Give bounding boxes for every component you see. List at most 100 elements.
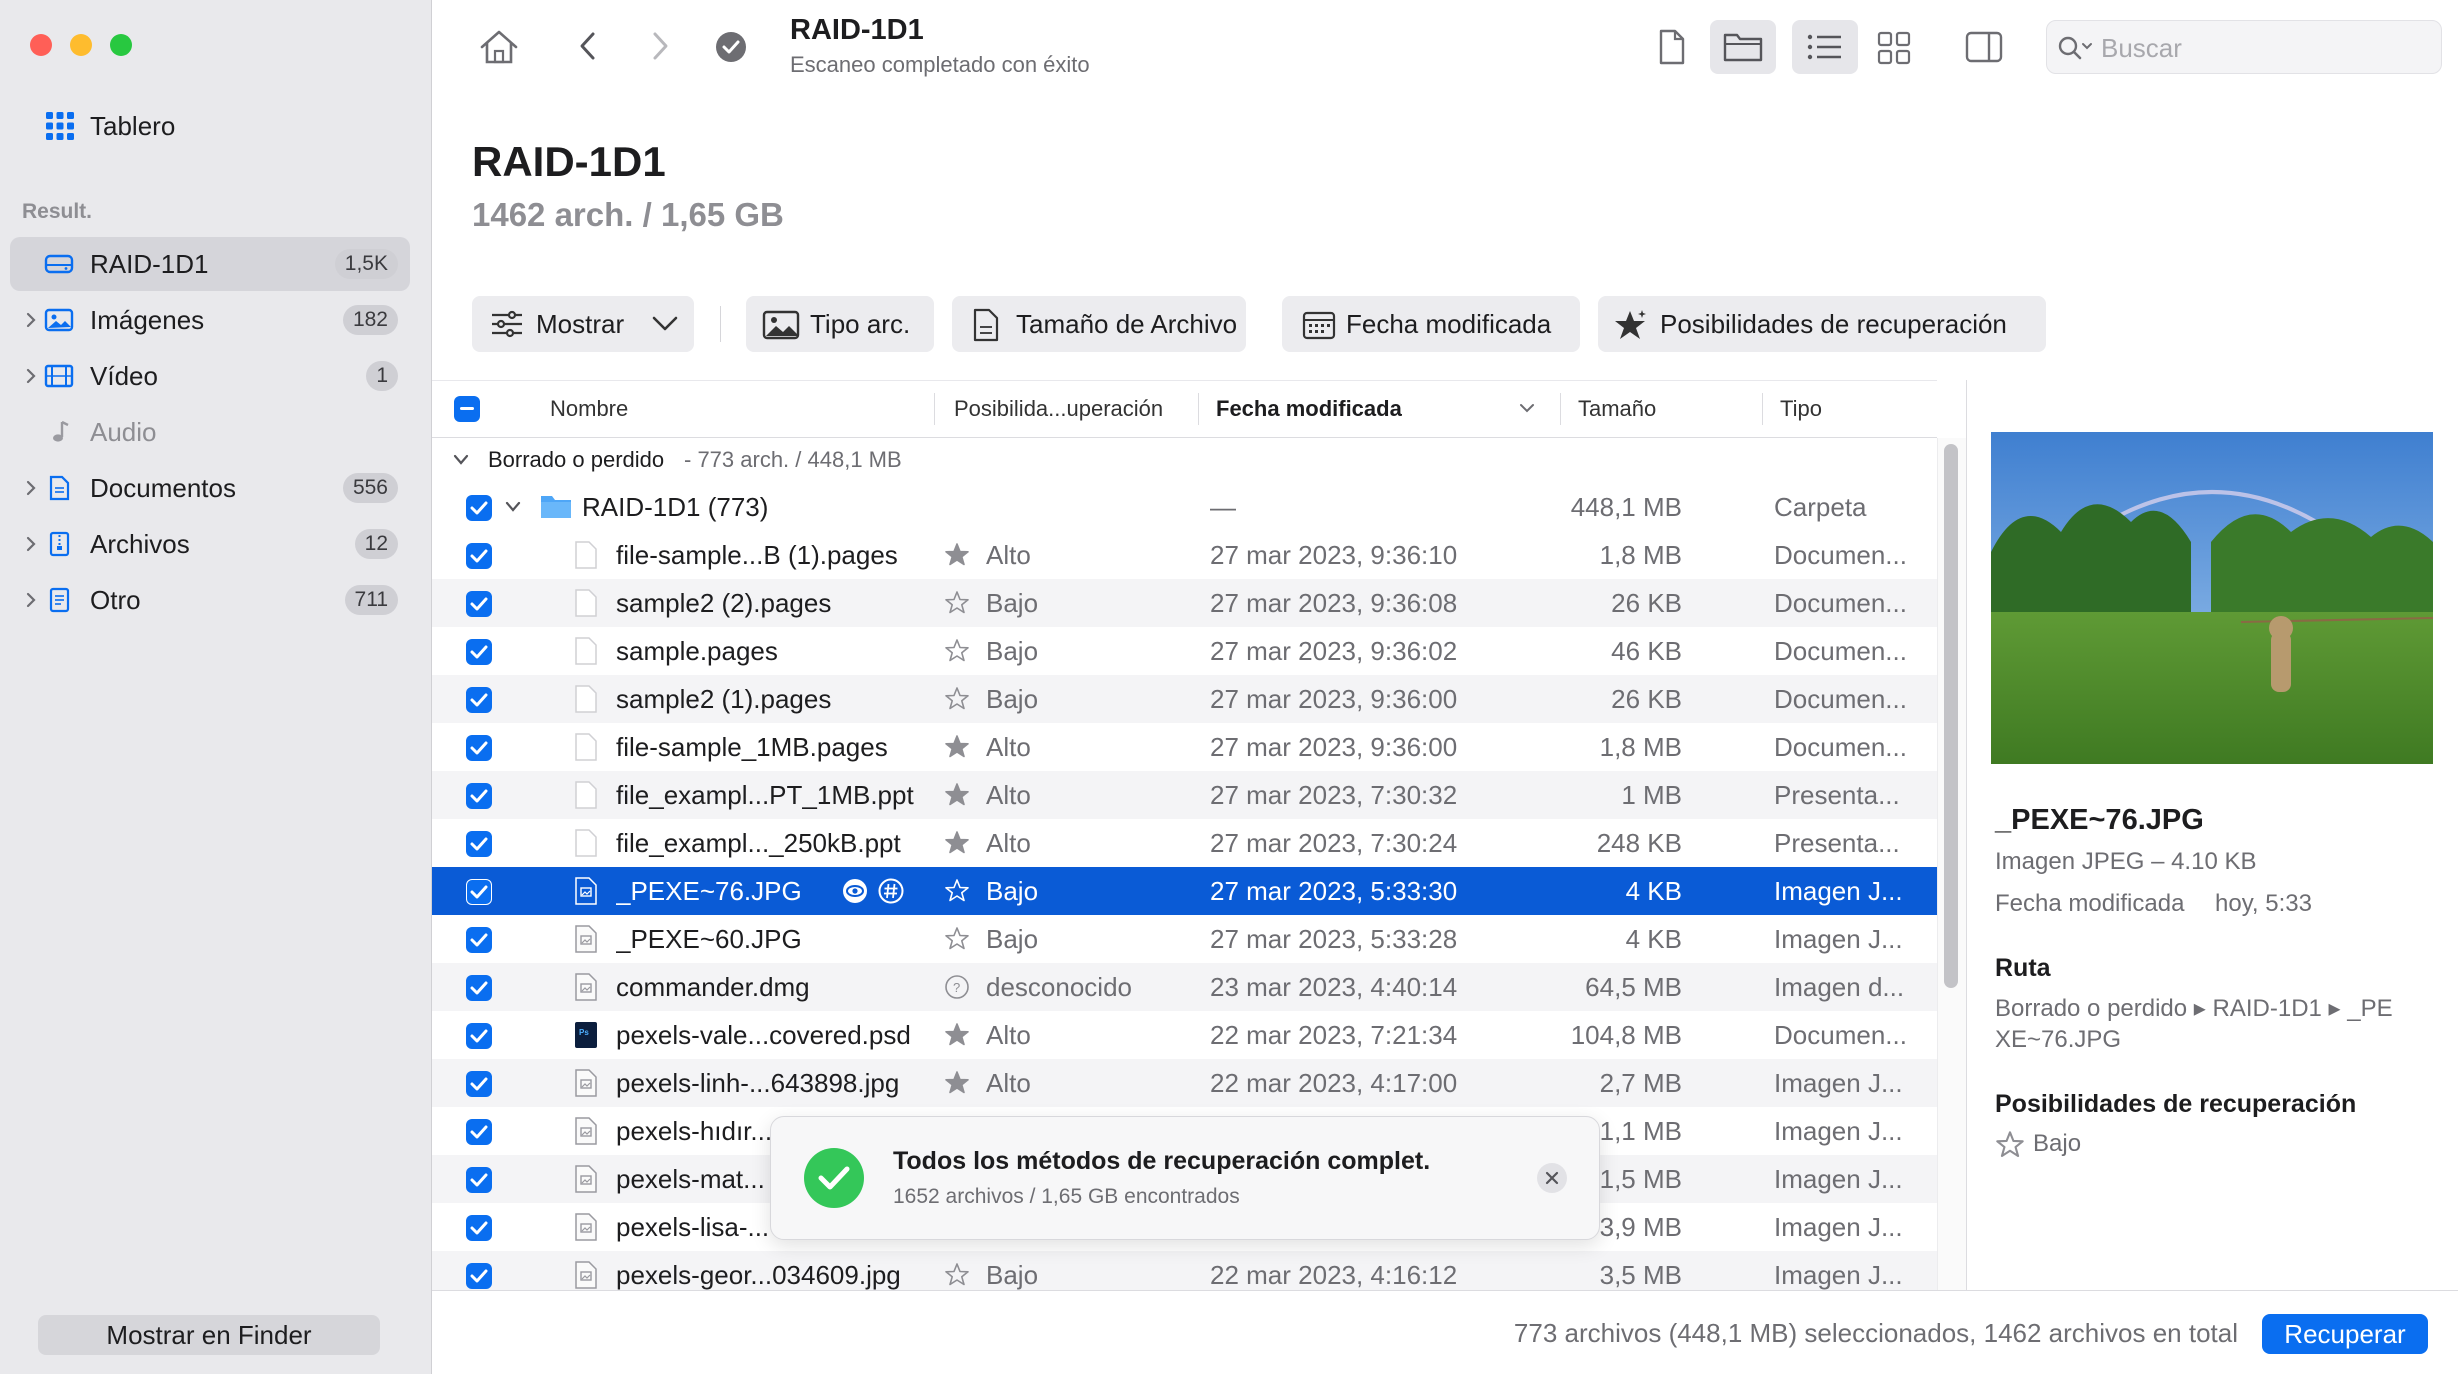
checkbox-checked[interactable] xyxy=(466,1215,492,1241)
table-row[interactable]: commander.dmg? desconocido 23 mar 2023, 4:… xyxy=(432,963,1937,1011)
checkmark-icon xyxy=(470,597,488,611)
file-type: Imagen J... xyxy=(1774,1212,1903,1242)
sidebar-item-audio[interactable]: Audio xyxy=(10,405,410,459)
count-badge: 1,5K xyxy=(334,249,398,279)
forward-icon[interactable] xyxy=(646,28,674,64)
table-row-selected[interactable]: _PEXE~76.JPG Bajo 27 mar 2023, 5:33:30 4 KB… xyxy=(432,867,1937,915)
sidebar-item-video[interactable]: Vídeo 1 xyxy=(10,349,410,403)
checkbox-checked[interactable] xyxy=(466,735,492,761)
sidebar-dashboard[interactable]: Tablero xyxy=(90,110,175,142)
table-row[interactable]: sample2 (2).pages Bajo 27 mar 2023, 9:36:0… xyxy=(432,579,1937,627)
table-row[interactable]: sample2 (1).pages Bajo 27 mar 2023, 9:36:0… xyxy=(432,675,1937,723)
column-header-date[interactable]: Fecha modificada xyxy=(1216,381,1402,437)
checkbox-checked[interactable] xyxy=(466,687,492,713)
show-in-finder-button[interactable]: Mostrar en Finder xyxy=(38,1315,380,1355)
table-row[interactable]: sample.pages Bajo 27 mar 2023, 9:36:02 46 K… xyxy=(432,627,1937,675)
sidebar-item-images[interactable]: Imágenes 182 xyxy=(10,293,410,347)
checkbox-checked[interactable] xyxy=(466,1263,492,1289)
checkbox-checked[interactable] xyxy=(466,543,492,569)
checkbox-checked[interactable] xyxy=(466,879,492,905)
table-row[interactable]: file-sample...B (1).pages Alto 27 mar 2023… xyxy=(432,531,1937,579)
column-header-chance[interactable]: Posibilida...uperación xyxy=(954,381,1163,437)
search-input[interactable] xyxy=(2099,29,2423,67)
file-size: 248 KB xyxy=(1596,828,1682,858)
list-view-button[interactable] xyxy=(1792,20,1858,74)
sidebar-item-documents[interactable]: Documentos 556 xyxy=(10,461,410,515)
column-header-size[interactable]: Tamaño xyxy=(1578,381,1656,437)
recovery-chances-filter-button[interactable]: Posibilidades de recuperación xyxy=(1598,296,2046,352)
sort-chevron-icon[interactable] xyxy=(1518,401,1536,415)
file-size: 104,8 MB xyxy=(1570,1020,1682,1050)
checkbox-checked[interactable] xyxy=(466,1071,492,1097)
recovery-chance: Alto xyxy=(986,732,1031,762)
select-all-checkbox[interactable] xyxy=(454,396,480,422)
chevron-down-icon[interactable] xyxy=(452,452,470,468)
sidebar-item-raid[interactable]: RAID-1D1 1,5K xyxy=(10,237,410,291)
checkmark-icon xyxy=(470,549,488,563)
group-header-row[interactable]: Borrado o perdido - 773 arch. / 448,1 MB xyxy=(432,438,1937,482)
close-toast-button[interactable] xyxy=(1537,1163,1567,1193)
sidebar-item-archives[interactable]: Archivos 12 xyxy=(10,517,410,571)
column-header-name[interactable]: Nombre xyxy=(550,381,628,437)
table-row[interactable]: file-sample_1MB.pages Alto 27 mar 2023, 9:… xyxy=(432,723,1937,771)
folder-row[interactable]: RAID-1D1 (773) — 448,1 MB Carpeta xyxy=(432,483,1937,531)
minimize-window-button[interactable] xyxy=(70,34,92,56)
folder-view-button[interactable] xyxy=(1710,20,1776,74)
chevron-down-icon[interactable] xyxy=(504,499,522,515)
file-type-filter-button[interactable]: Tipo arc. xyxy=(746,296,934,352)
chevron-right-icon[interactable] xyxy=(24,533,38,555)
checkbox-checked[interactable] xyxy=(466,975,492,1001)
chevron-right-icon[interactable] xyxy=(24,309,38,331)
close-window-button[interactable] xyxy=(30,34,52,56)
chevron-right-icon[interactable] xyxy=(24,365,38,387)
file-view-icon[interactable] xyxy=(1656,28,1688,66)
checkbox-checked[interactable] xyxy=(466,1119,492,1145)
checkbox-checked[interactable] xyxy=(466,591,492,617)
preview-eye-icon[interactable] xyxy=(842,878,868,904)
search-field[interactable] xyxy=(2046,20,2442,74)
home-icon[interactable] xyxy=(476,26,522,68)
file-type: Documen... xyxy=(1774,588,1907,618)
window-title: RAID-1D1 xyxy=(790,14,924,46)
sidebar-item-other[interactable]: Otro 711 xyxy=(10,573,410,627)
file-type: Imagen J... xyxy=(1774,924,1903,954)
file-size: 4 KB xyxy=(1625,924,1682,954)
page-summary: 1462 arch. / 1,65 GB xyxy=(472,196,784,233)
date-modified-filter-button[interactable]: Fecha modificada xyxy=(1282,296,1580,352)
table-row[interactable]: Ps pexels-vale...covered.psd Alto 22 mar 20… xyxy=(432,1011,1937,1059)
checkbox-checked[interactable] xyxy=(466,495,492,521)
image-file-icon xyxy=(574,1165,598,1193)
file-type: Documen... xyxy=(1774,540,1907,570)
count-badge: 1 xyxy=(366,361,398,391)
table-row[interactable]: pexels-linh-...643898.jpg Alto 22 mar 2023… xyxy=(432,1059,1937,1107)
checkbox-checked[interactable] xyxy=(466,639,492,665)
show-filter-button[interactable]: Mostrar xyxy=(472,296,694,352)
checkmark-icon xyxy=(470,1125,488,1139)
hex-view-icon[interactable] xyxy=(878,878,904,904)
grid-view-icon[interactable] xyxy=(1876,30,1912,66)
checkbox-checked[interactable] xyxy=(466,927,492,953)
recover-button[interactable]: Recuperar xyxy=(2262,1314,2428,1354)
back-icon[interactable] xyxy=(574,28,602,64)
star-outline-icon xyxy=(944,878,970,904)
checkbox-checked[interactable] xyxy=(466,1023,492,1049)
scrollbar-thumb[interactable] xyxy=(1944,444,1958,988)
table-row[interactable]: file_exampl...PT_1MB.ppt Alto 27 mar 2023,… xyxy=(432,771,1937,819)
sidebar-toggle-icon[interactable] xyxy=(1964,30,2004,64)
checkbox-checked[interactable] xyxy=(466,831,492,857)
table-row[interactable]: file_exampl..._250kB.ppt Alto 27 mar 2023,… xyxy=(432,819,1937,867)
table-row[interactable]: _PEXE~60.JPG Bajo 27 mar 2023, 5:33:28 4 KB… xyxy=(432,915,1937,963)
checkmark-icon xyxy=(470,981,488,995)
chevron-right-icon[interactable] xyxy=(24,477,38,499)
file-type: Presenta... xyxy=(1774,828,1900,858)
column-header-type[interactable]: Tipo xyxy=(1780,381,1822,437)
star-filled-icon xyxy=(944,734,970,760)
zoom-window-button[interactable] xyxy=(110,34,132,56)
checkbox-checked[interactable] xyxy=(466,783,492,809)
chevron-right-icon[interactable] xyxy=(24,589,38,611)
checkbox-checked[interactable] xyxy=(466,1167,492,1193)
file-size-filter-button[interactable]: Tamaño de Archivo xyxy=(952,296,1246,352)
preview-image[interactable] xyxy=(1991,432,2433,764)
file-type: Imagen d... xyxy=(1774,972,1905,1002)
star-outline-icon xyxy=(944,926,970,952)
